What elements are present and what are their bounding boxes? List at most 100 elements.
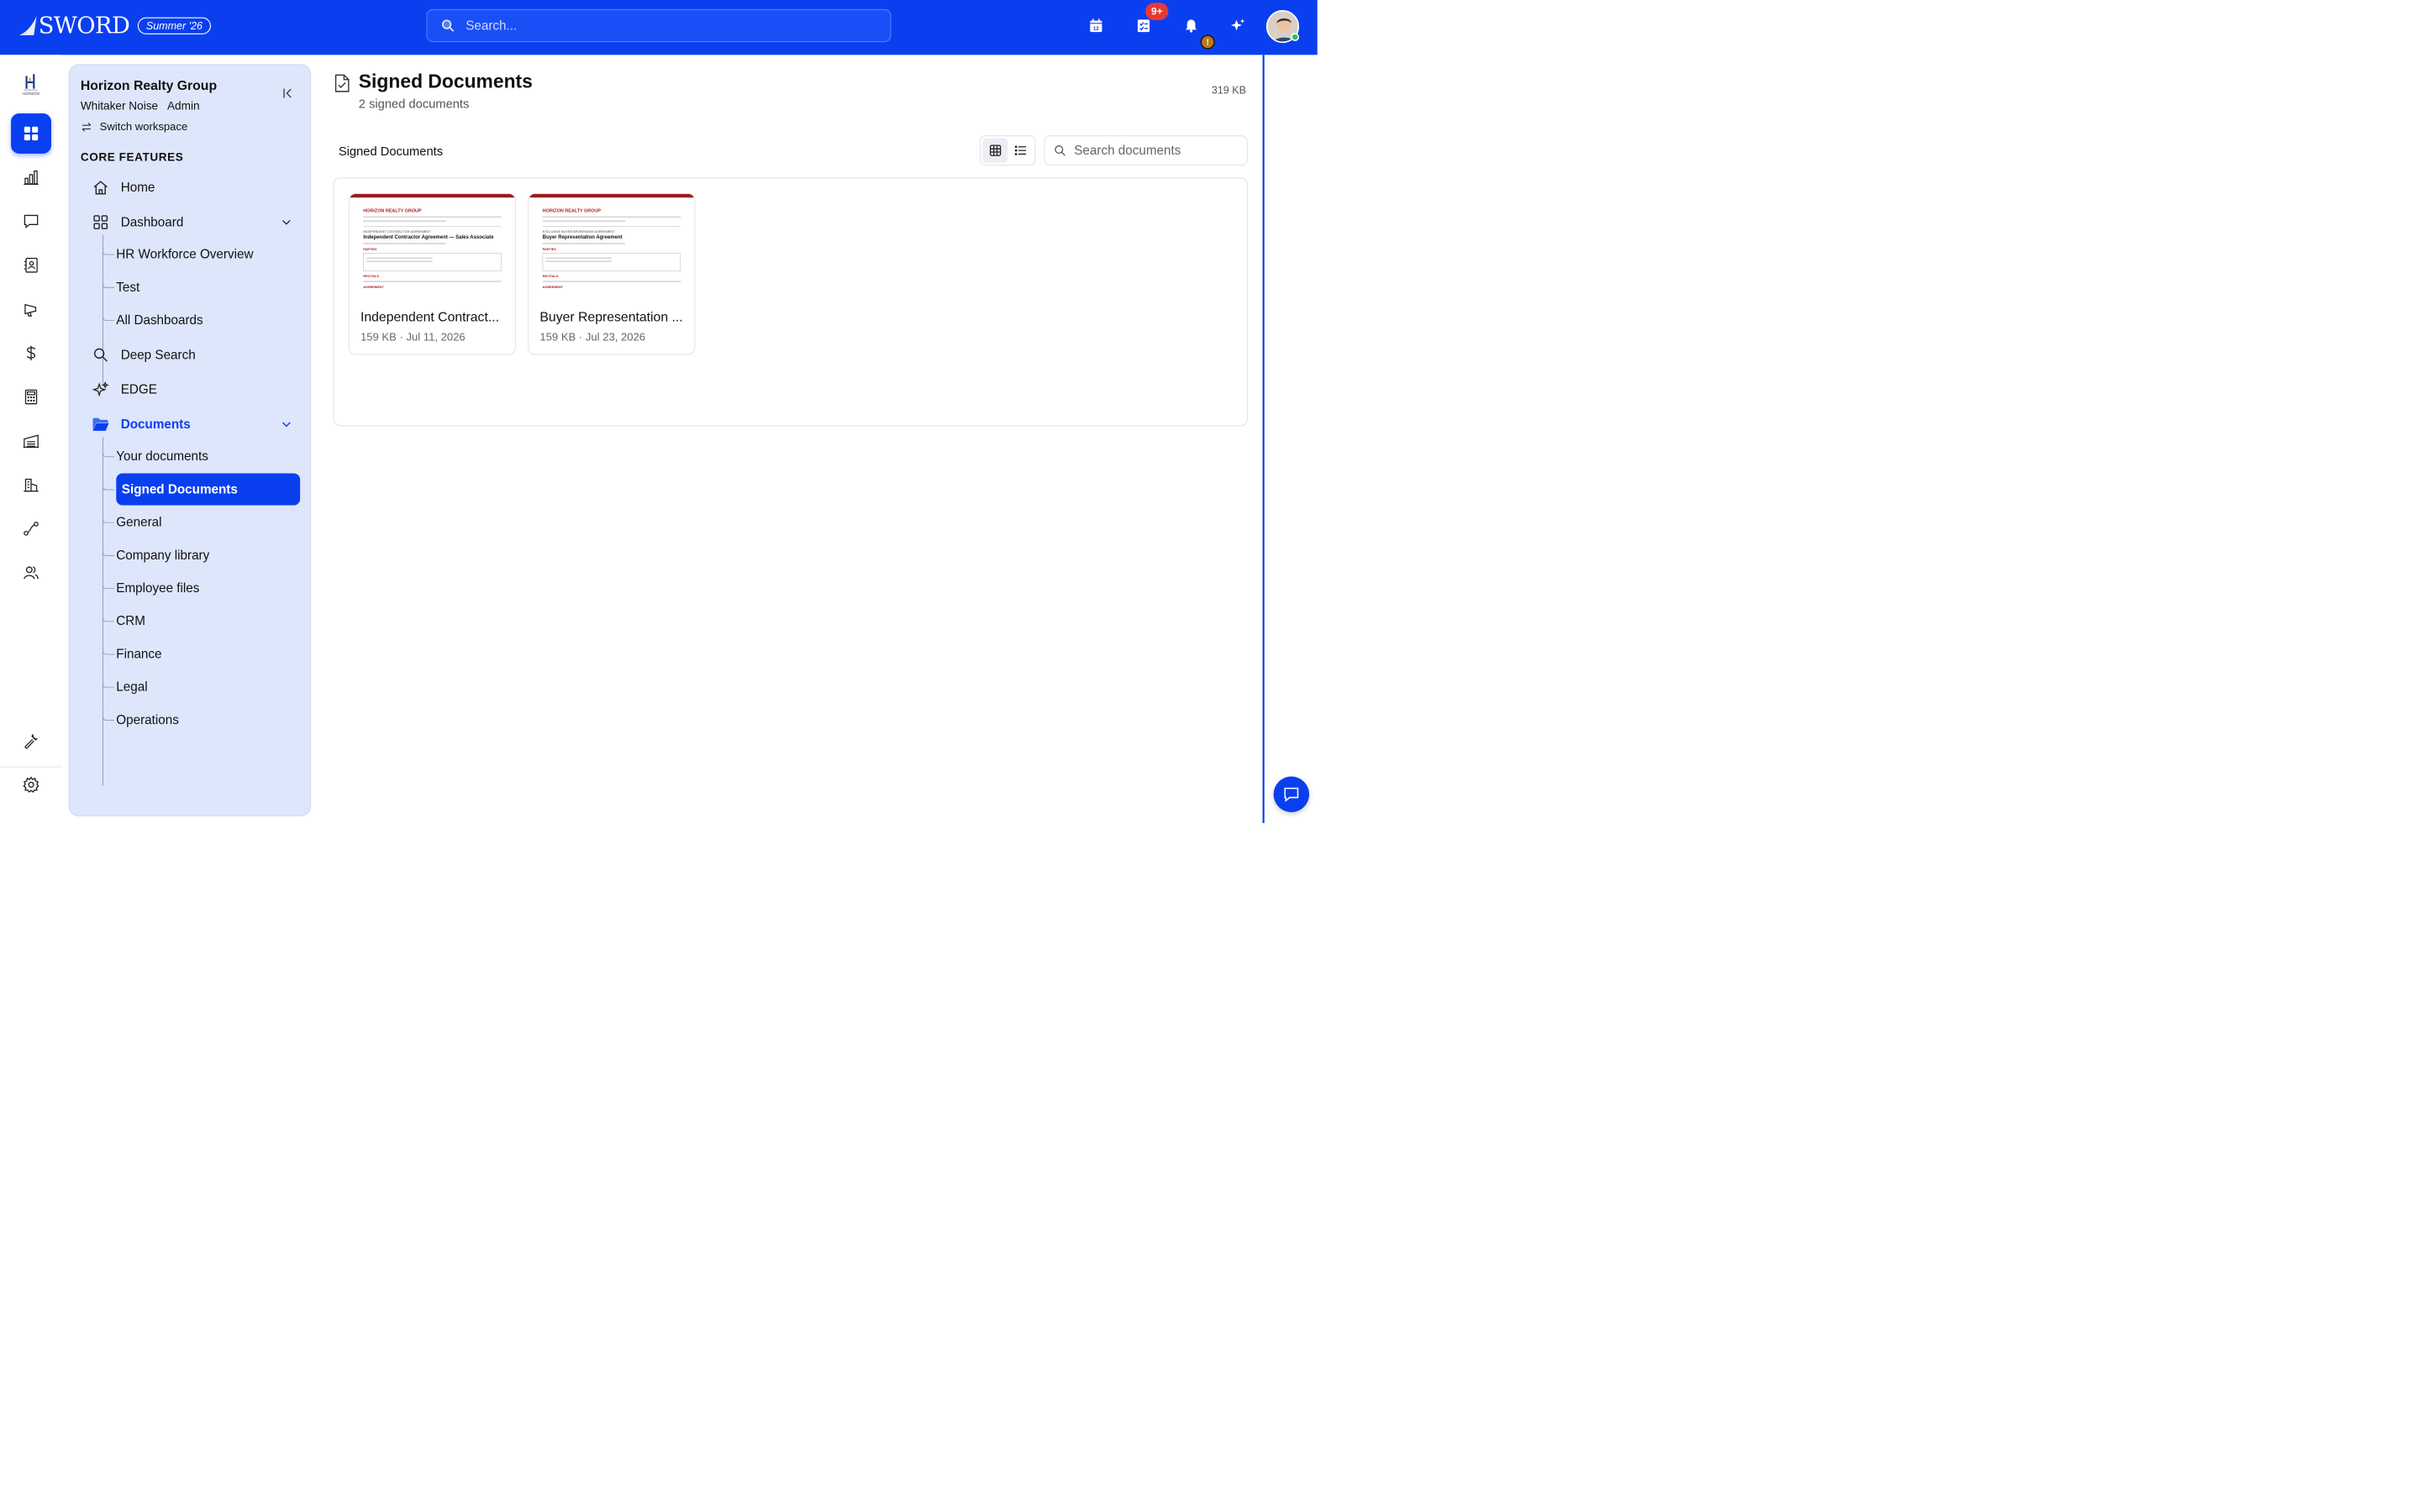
chevron-down-icon[interactable]: [280, 418, 292, 431]
tree-tick: [102, 513, 115, 523]
rail-workflows[interactable]: [11, 508, 51, 549]
document-meta: 159 KB · Jul 11, 2026: [360, 331, 466, 344]
nav-home[interactable]: Home: [92, 176, 297, 199]
document-card[interactable]: HORIZON REALTY GROUP INDEPENDENT CONTRAC…: [348, 192, 517, 355]
thumb-line: [545, 257, 612, 260]
nav-finance[interactable]: Finance: [116, 640, 299, 668]
global-search-box[interactable]: [426, 8, 892, 43]
switch-workspace-link[interactable]: Switch workspace: [81, 121, 187, 134]
nav-operations[interactable]: Operations: [116, 706, 299, 734]
thumb-box: [363, 253, 502, 271]
global-search-input[interactable]: [466, 18, 878, 34]
bell-icon: [1186, 19, 1197, 33]
wrench-icon: [24, 734, 39, 749]
sparkle-icon: [1230, 18, 1245, 31]
list-icon: [1014, 145, 1026, 155]
search-icon: [442, 19, 454, 32]
chevron-down-icon[interactable]: [280, 216, 292, 228]
nav-employee-files[interactable]: Employee files: [116, 575, 299, 602]
sub-item-label: Signed Documents: [121, 481, 238, 496]
nav-deep-search[interactable]: Deep Search: [92, 343, 297, 366]
rail-messages[interactable]: [11, 202, 51, 242]
document-search-box[interactable]: [1044, 135, 1249, 166]
list-view-button[interactable]: [1007, 138, 1033, 162]
thumb-line: [542, 281, 681, 282]
rail-tools[interactable]: [11, 721, 51, 761]
thumb-line: [363, 216, 502, 218]
tree-tick: [102, 480, 115, 491]
thumb-line: [545, 260, 612, 262]
sub-item-label: Employee files: [116, 580, 200, 596]
nav-general[interactable]: General: [116, 508, 299, 536]
rail-finance[interactable]: [11, 333, 51, 373]
rail-analytics[interactable]: [11, 157, 51, 197]
nav-signed-documents[interactable]: Signed Documents: [116, 473, 301, 506]
page-title: Signed Documents: [358, 70, 533, 92]
document-meta: 159 KB · Jul 23, 2026: [539, 331, 646, 344]
thumb-title: Buyer Representation Agreement: [542, 234, 623, 240]
thumb-line: [363, 220, 446, 223]
thumb-line: [542, 243, 626, 244]
edition-badge: Summer '26: [138, 17, 211, 34]
calendar-button[interactable]: 12: [1086, 17, 1105, 35]
nav-legal[interactable]: Legal: [116, 673, 299, 701]
nav-crm[interactable]: CRM: [116, 607, 299, 635]
right-panel-edge[interactable]: [1262, 55, 1265, 823]
nav-dashboard[interactable]: Dashboard: [92, 210, 297, 234]
thumb-rule: [363, 226, 502, 228]
dashboard-grid-icon: [93, 215, 108, 229]
nav-all-dashboards[interactable]: All Dashboards: [116, 307, 299, 334]
tree-tick: [102, 448, 115, 458]
rail-marketing[interactable]: [11, 289, 51, 329]
nav-edge[interactable]: EDGE: [92, 378, 297, 402]
thumb-line: [542, 216, 681, 218]
documents-grid: HORIZON REALTY GROUP INDEPENDENT CONTRAC…: [333, 177, 1249, 427]
sub-item-label: CRM: [116, 613, 145, 628]
document-name: Independent Contract...: [360, 310, 499, 325]
nav-documents[interactable]: Documents: [92, 412, 297, 436]
nav-company-library[interactable]: Company library: [116, 542, 299, 570]
brand-logo[interactable]: SWORD Summer '26: [18, 12, 211, 39]
brand-name: SWORD: [38, 12, 130, 39]
tree-tick: [102, 612, 115, 622]
route-icon: [24, 522, 39, 536]
nav-hr-workforce-overview[interactable]: HR Workforce Overview: [116, 240, 299, 268]
rail-team[interactable]: [11, 553, 51, 593]
document-search-input[interactable]: [1074, 143, 1244, 158]
nav-your-documents[interactable]: Your documents: [116, 443, 299, 470]
rail-inventory[interactable]: [11, 421, 51, 461]
nav-test[interactable]: Test: [116, 274, 299, 302]
tree-tick: [102, 279, 115, 288]
home-icon: [93, 181, 108, 195]
thumb-rule: [542, 226, 681, 228]
view-toggle: [980, 135, 1036, 166]
notifications-button[interactable]: [1182, 17, 1201, 35]
ai-assistant-button[interactable]: [1228, 17, 1247, 35]
collapse-panel-button[interactable]: [280, 85, 297, 102]
section-label: Signed Documents: [338, 144, 444, 159]
chat-icon: [1284, 787, 1299, 802]
rail-dashboard[interactable]: [11, 113, 51, 154]
top-bar: SWORD Summer '26 12 9+ !: [0, 0, 1318, 55]
document-card[interactable]: HORIZON REALTY GROUP EXCLUSIVE BUYER BRO…: [528, 192, 696, 355]
grid-icon: [24, 126, 39, 141]
alert-badge: !: [1200, 34, 1215, 50]
rail-properties[interactable]: [11, 465, 51, 505]
rail-calculator[interactable]: [11, 377, 51, 417]
rail-contacts[interactable]: [11, 245, 51, 286]
rail-settings[interactable]: [11, 764, 51, 805]
thumb-section: RECITALS: [363, 275, 380, 278]
thumb-section: PARTIES: [542, 248, 556, 251]
sub-item-label: Legal: [116, 679, 148, 694]
workspace-user: Whitaker Noise Admin: [81, 100, 200, 113]
bar-chart-icon: [24, 170, 39, 186]
document-thumbnail: HORIZON REALTY GROUP EXCLUSIVE BUYER BRO…: [529, 193, 695, 296]
company-logo[interactable]: HORIZON: [13, 73, 50, 98]
chat-support-button[interactable]: [1273, 776, 1310, 812]
thumb-caps: EXCLUSIVE BUYER BROKERAGE AGREEMENT: [542, 230, 615, 234]
section-title: CORE FEATURES: [80, 150, 184, 164]
sub-item-label: Your documents: [116, 449, 208, 464]
thumb-line: [363, 243, 446, 244]
swoosh-icon: [18, 16, 37, 35]
grid-view-button[interactable]: [982, 138, 1008, 163]
